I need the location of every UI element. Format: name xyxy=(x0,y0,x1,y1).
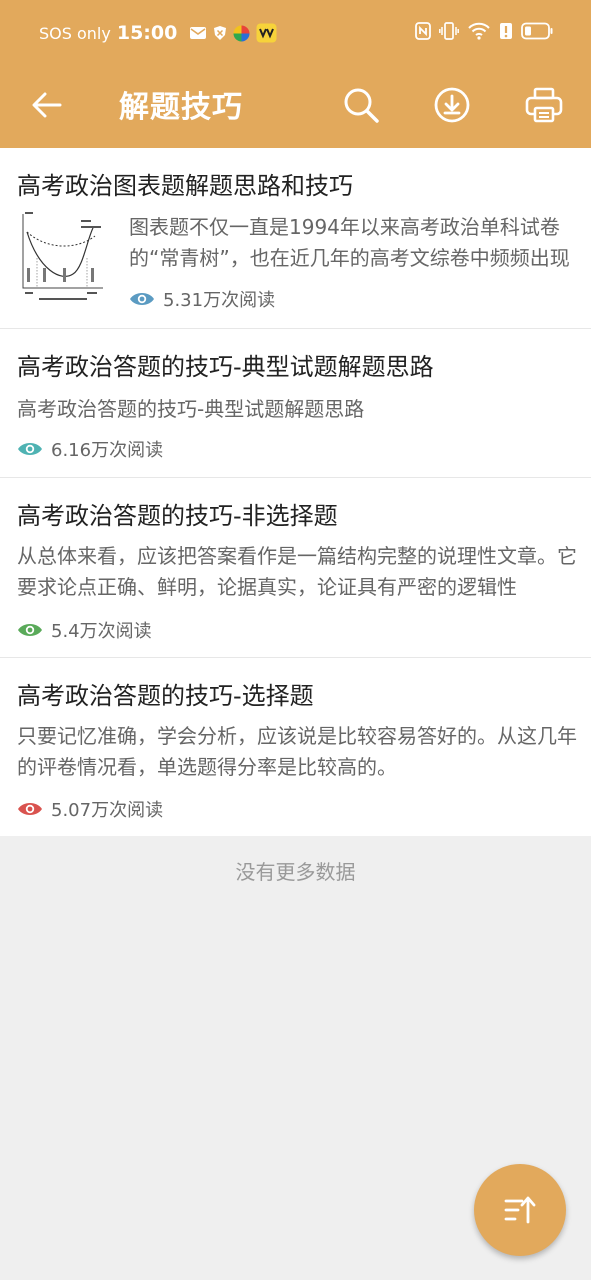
article-title: 高考政治答题的技巧-选择题 xyxy=(17,682,314,710)
article-summary: 只要记忆准确，学会分析，应该说是比较容易答好的。从这几年的评卷情况看，单选题得分… xyxy=(17,724,577,779)
view-count: 5.07万次阅读 xyxy=(17,796,163,822)
list-item[interactable]: 高考政治答题的技巧-典型试题解题思路 高考政治答题的技巧-典型试题解题思路 6.… xyxy=(0,329,591,478)
eye-icon xyxy=(18,443,42,455)
download-button[interactable] xyxy=(429,82,475,128)
printer-icon xyxy=(525,87,563,123)
view-count-text: 5.4万次阅读 xyxy=(51,621,152,642)
article-summary: 高考政治答题的技巧-典型试题解题思路 xyxy=(17,397,365,421)
eye-icon xyxy=(18,624,42,636)
arrow-left-icon xyxy=(32,92,62,118)
battery-icon xyxy=(521,22,553,40)
list-item[interactable]: 高考政治图表题解题思路和技巧 图表题不仅一直是1994年以来高考政治单科试卷的“… xyxy=(0,148,591,329)
eye-icon xyxy=(18,803,42,815)
carrier-text: SOS only xyxy=(39,23,111,43)
print-button[interactable] xyxy=(521,82,567,128)
view-count-text: 6.16万次阅读 xyxy=(51,440,164,461)
wifi-icon xyxy=(468,22,490,40)
article-title: 高考政治答题的技巧-典型试题解题思路 xyxy=(17,353,434,381)
no-more-data-text: 没有更多数据 xyxy=(235,860,356,884)
clock: 15:00 xyxy=(116,22,178,44)
nfc-icon xyxy=(415,22,431,40)
article-thumbnail xyxy=(17,210,111,304)
article-summary: 从总体来看，应该把答案看作是一篇结构完整的说理性文章。它要求论点正确、鲜明，论据… xyxy=(17,544,577,599)
view-count-text: 5.07万次阅读 xyxy=(51,800,164,821)
article-list: 高考政治图表题解题思路和技巧 图表题不仅一直是1994年以来高考政治单科试卷的“… xyxy=(0,148,591,836)
status-bar: SOS only 15:00 xyxy=(0,0,591,66)
vibrate-icon xyxy=(439,22,459,40)
sort-up-icon xyxy=(504,1196,536,1224)
chart-thumbnail-image xyxy=(22,212,103,300)
search-icon xyxy=(344,88,379,123)
status-left: SOS only 15:00 xyxy=(39,22,277,44)
page-title: 解题技巧 xyxy=(119,90,243,125)
view-count: 5.31万次阅读 xyxy=(129,286,275,312)
status-right xyxy=(415,22,553,40)
shield-icon xyxy=(214,26,227,40)
back-button[interactable] xyxy=(26,84,68,126)
alert-icon xyxy=(500,23,512,39)
app-bar: 解题技巧 xyxy=(0,66,591,148)
color-app-icon xyxy=(233,25,250,41)
view-count-text: 5.31万次阅读 xyxy=(163,290,276,311)
download-icon xyxy=(434,87,470,123)
article-title: 高考政治图表题解题思路和技巧 xyxy=(17,172,353,200)
vv-app-icon xyxy=(256,23,277,43)
search-button[interactable] xyxy=(338,82,384,128)
list-item[interactable]: 高考政治答题的技巧-非选择题 从总体来看，应该把答案看作是一篇结构完整的说理性文… xyxy=(0,478,591,658)
eye-icon xyxy=(130,293,154,305)
view-count: 6.16万次阅读 xyxy=(17,436,163,462)
article-summary: 图表题不仅一直是1994年以来高考政治单科试卷的“常青树”，也在近几年的高考文综… xyxy=(129,215,570,270)
article-title: 高考政治答题的技巧-非选择题 xyxy=(17,502,338,530)
view-count: 5.4万次阅读 xyxy=(17,617,152,643)
scroll-to-top-button[interactable] xyxy=(474,1164,566,1256)
list-item[interactable]: 高考政治答题的技巧-选择题 只要记忆准确，学会分析，应该说是比较容易答好的。从这… xyxy=(0,658,591,836)
mail-icon xyxy=(190,27,207,39)
